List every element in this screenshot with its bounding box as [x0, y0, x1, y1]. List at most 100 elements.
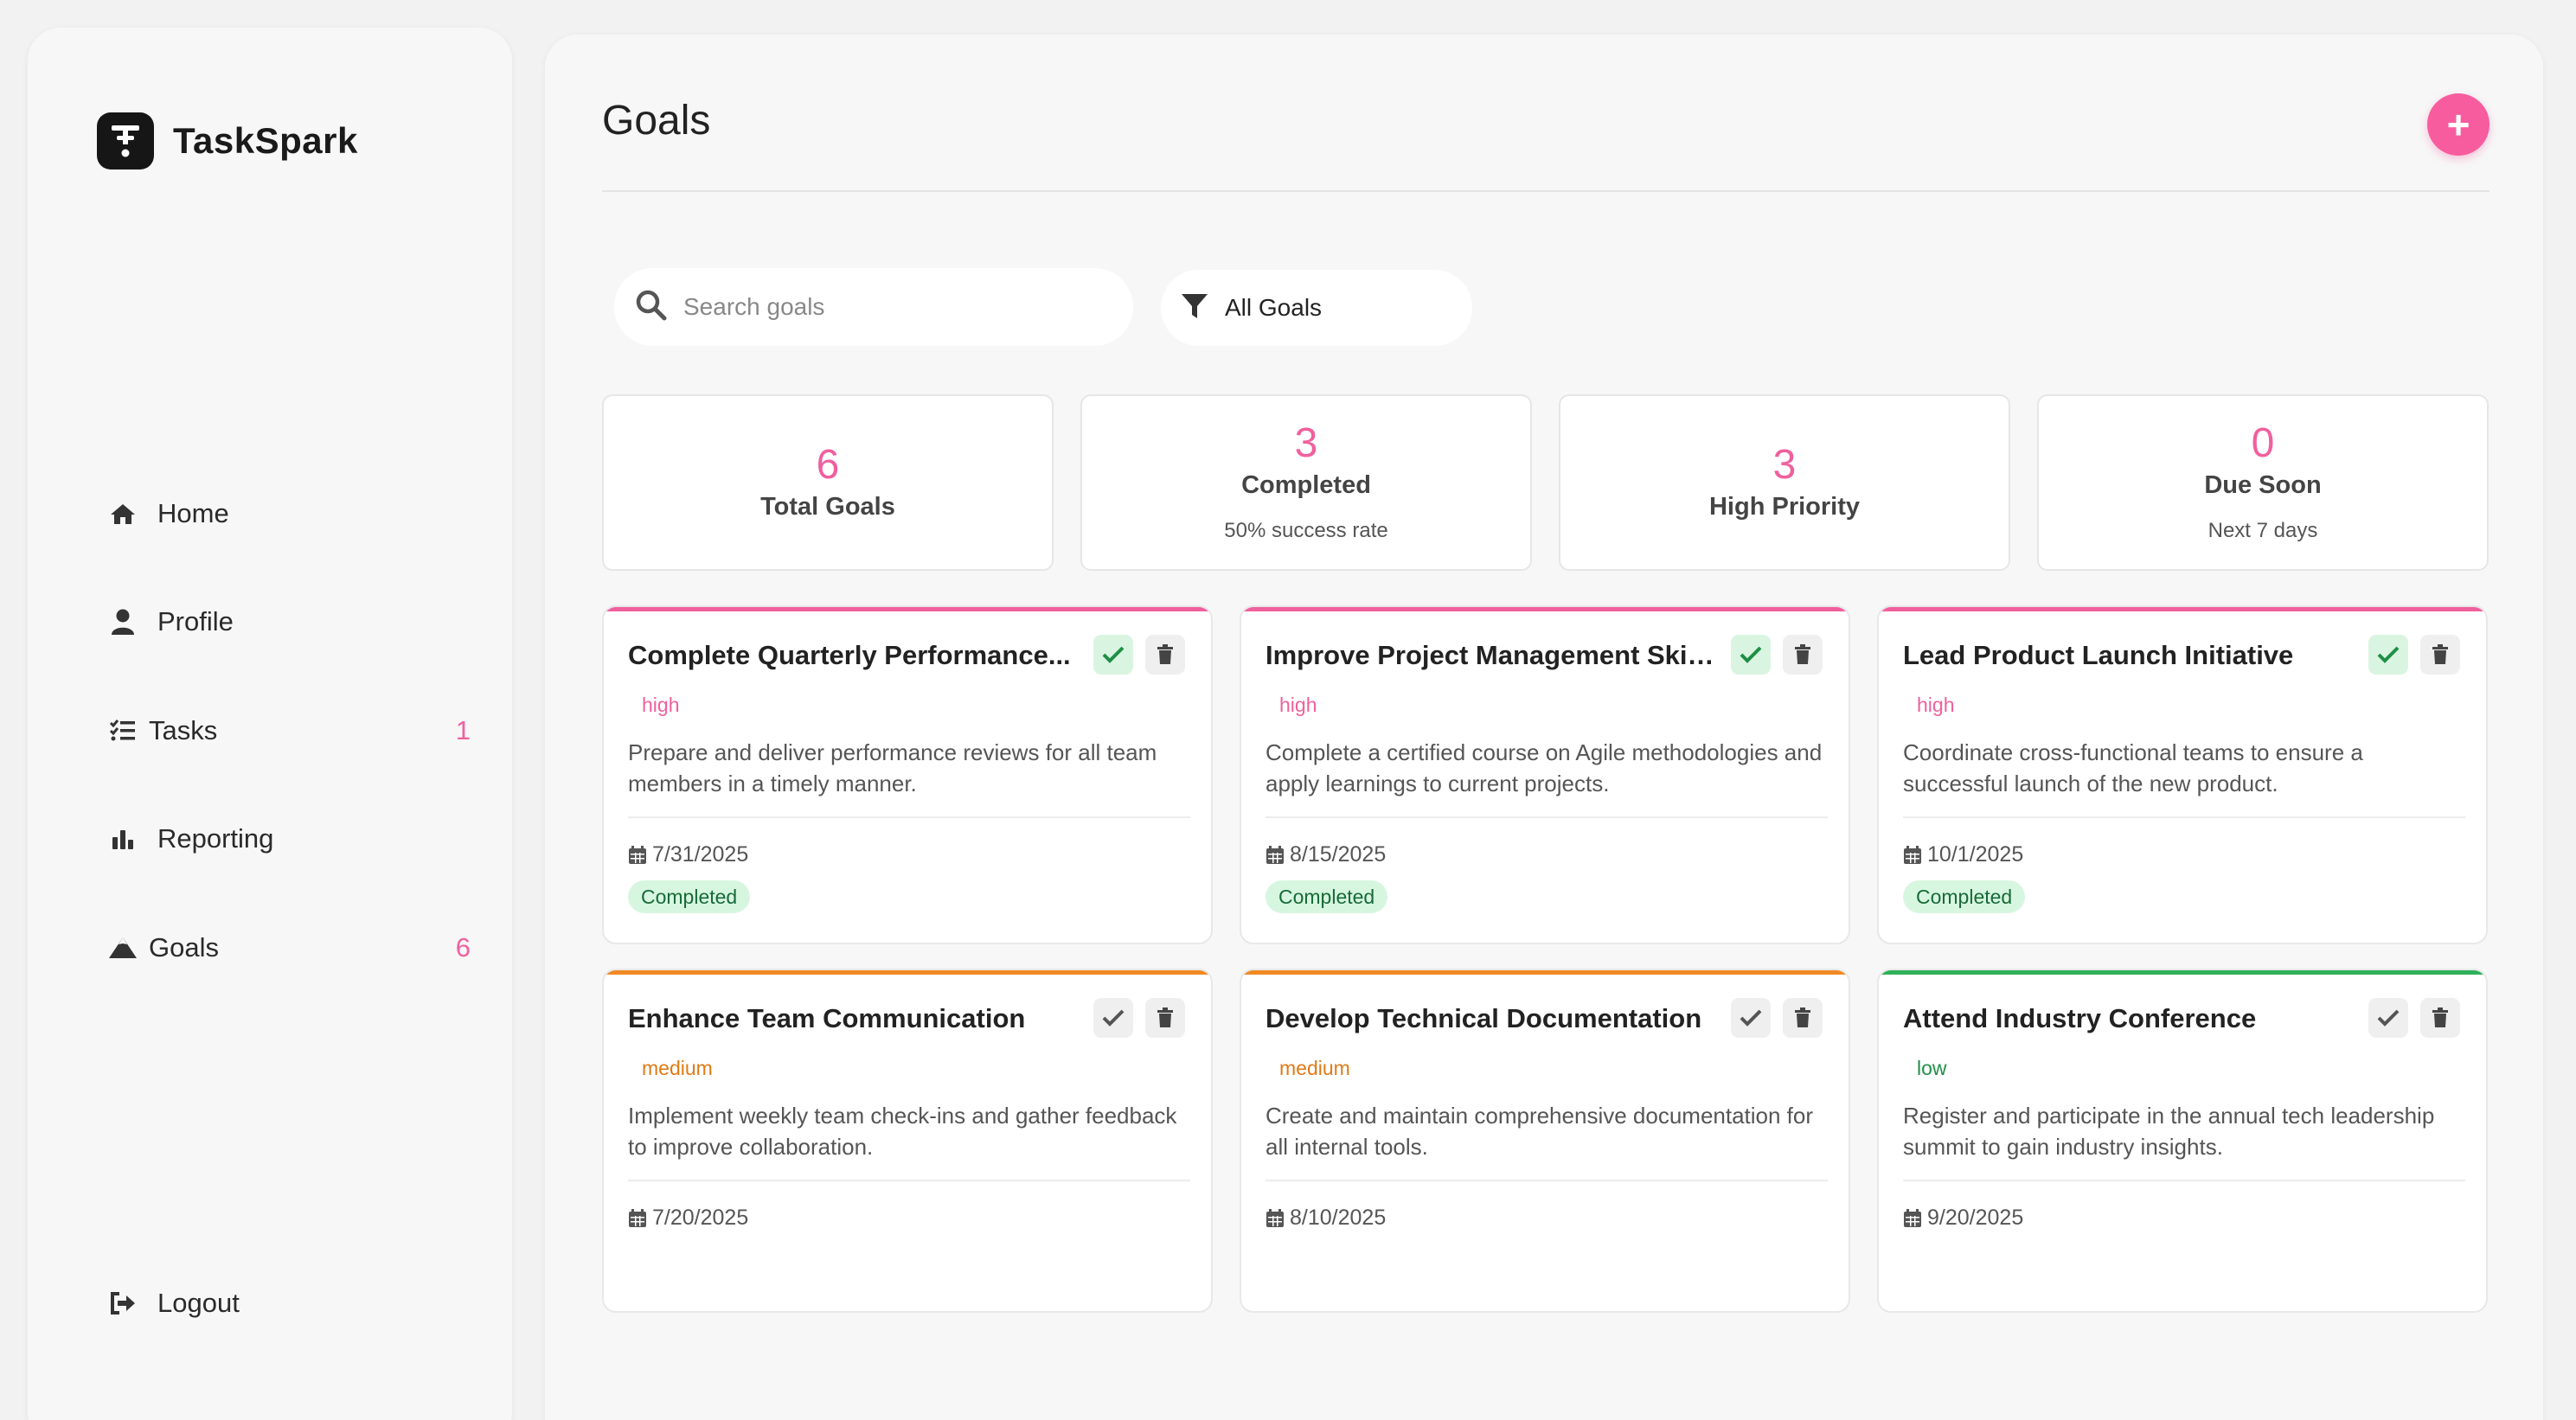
- delete-goal-button[interactable]: [1145, 635, 1185, 675]
- home-icon: [107, 498, 138, 529]
- mountain-icon: [107, 932, 138, 963]
- goal-card[interactable]: Complete Quarterly Performance... high P…: [602, 605, 1213, 944]
- priority-label: high: [1917, 694, 1955, 716]
- list-check-icon: [107, 715, 138, 746]
- header-divider: [602, 190, 2489, 192]
- logout-icon: [107, 1288, 138, 1319]
- brand[interactable]: TaskSpark: [97, 112, 358, 170]
- priority-bar: [1879, 607, 2486, 611]
- stat-label: High Priority: [1708, 492, 1860, 521]
- trash-icon: [2432, 1007, 2448, 1027]
- goal-card[interactable]: Improve Project Management Skills high C…: [1240, 605, 1850, 944]
- stat-label: Total Goals: [760, 492, 895, 521]
- delete-goal-button[interactable]: [1783, 998, 1823, 1038]
- card-divider: [628, 816, 1190, 818]
- sidebar-item-goals[interactable]: Goals 6: [107, 922, 471, 974]
- complete-goal-button[interactable]: [1731, 998, 1771, 1038]
- status-badge: Completed: [628, 880, 751, 913]
- due-date-text: 7/20/2025: [652, 1206, 749, 1230]
- priority-label: high: [642, 694, 680, 716]
- bar-chart-icon: [107, 823, 138, 854]
- check-icon: [1740, 1009, 1762, 1027]
- goal-description: Register and participate in the annual t…: [1903, 1103, 2435, 1160]
- sidebar-item-reporting[interactable]: Reporting: [107, 813, 471, 865]
- goal-description: Create and maintain comprehensive docume…: [1266, 1103, 1814, 1160]
- goal-title: Enhance Team Communication: [628, 1003, 1026, 1033]
- stat-value: 3: [1772, 441, 1797, 488]
- card-divider: [1266, 1180, 1828, 1181]
- goal-card[interactable]: Develop Technical Documentation medium C…: [1240, 969, 1850, 1313]
- calendar-icon: [1904, 845, 1921, 864]
- delete-goal-button[interactable]: [2420, 998, 2460, 1038]
- priority-label: medium: [642, 1057, 713, 1079]
- sidebar-item-count: 1: [455, 715, 471, 745]
- sidebar-item-profile[interactable]: Profile: [107, 596, 471, 648]
- check-icon: [1740, 646, 1762, 663]
- app-root: TaskSpark Home Profile Tasks 1 Reporting…: [0, 0, 2576, 1420]
- search-box[interactable]: [614, 268, 1133, 346]
- priority-bar: [604, 607, 1211, 611]
- goal-filter-dropdown[interactable]: All Goals: [1161, 270, 1472, 346]
- add-goal-button[interactable]: +: [2427, 93, 2489, 156]
- stat-total-goals: 6 Total Goals: [602, 394, 1054, 571]
- check-icon: [1102, 1009, 1125, 1027]
- goal-card[interactable]: Lead Product Launch Initiative high Coor…: [1877, 605, 2488, 944]
- trash-icon: [1157, 644, 1173, 664]
- goal-card[interactable]: Attend Industry Conference low Register …: [1877, 969, 2488, 1313]
- priority-bar: [1879, 970, 2486, 975]
- sidebar-item-label: Home: [157, 498, 229, 528]
- sidebar-item-label: Goals: [149, 932, 219, 963]
- sidebar: TaskSpark Home Profile Tasks 1 Reporting…: [28, 28, 512, 1420]
- complete-goal-button[interactable]: [1731, 635, 1771, 675]
- stat-value: 0: [2251, 419, 2275, 466]
- priority-bar: [604, 970, 1211, 975]
- priority-bar: [1241, 970, 1849, 975]
- card-divider: [628, 1180, 1190, 1181]
- filter-label: All Goals: [1225, 294, 1323, 321]
- calendar-icon: [1266, 845, 1284, 864]
- priority-label: low: [1917, 1057, 1947, 1079]
- complete-goal-button[interactable]: [2368, 635, 2408, 675]
- stat-value: 3: [1294, 419, 1318, 466]
- priority-label: medium: [1279, 1057, 1350, 1079]
- card-divider: [1903, 816, 2465, 818]
- card-actions: [1081, 998, 1185, 1038]
- goal-card[interactable]: Enhance Team Communication medium Implem…: [602, 969, 1213, 1313]
- delete-goal-button[interactable]: [1783, 635, 1823, 675]
- goal-title: Improve Project Management Skills: [1266, 640, 1715, 670]
- stat-high-priority: 3 High Priority: [1559, 394, 2010, 571]
- user-icon: [107, 606, 138, 637]
- card-actions: [2356, 998, 2460, 1038]
- due-date: 8/15/2025: [1266, 842, 1386, 867]
- page-title: Goals: [602, 98, 711, 144]
- priority-label: high: [1279, 694, 1317, 716]
- complete-goal-button[interactable]: [2368, 998, 2408, 1038]
- logout-button[interactable]: Logout: [107, 1277, 471, 1329]
- card-actions: [1719, 998, 1823, 1038]
- sidebar-item-tasks[interactable]: Tasks 1: [107, 705, 471, 757]
- card-actions: [2356, 635, 2460, 675]
- priority-bar: [1241, 607, 1849, 611]
- check-icon: [2377, 1009, 2400, 1027]
- search-input[interactable]: [683, 293, 1099, 321]
- due-date: 10/1/2025: [1903, 842, 2023, 867]
- trash-icon: [1795, 644, 1810, 664]
- due-date-text: 7/31/2025: [652, 842, 749, 867]
- goal-description: Prepare and deliver performance reviews …: [628, 739, 1157, 796]
- stat-label: Due Soon: [2204, 470, 2322, 499]
- complete-goal-button[interactable]: [1093, 635, 1133, 675]
- complete-goal-button[interactable]: [1093, 998, 1133, 1038]
- status-badge: Completed: [1903, 880, 2026, 913]
- sidebar-item-home[interactable]: Home: [107, 488, 471, 540]
- brand-name: TaskSpark: [173, 120, 358, 161]
- due-date: 7/31/2025: [628, 842, 748, 867]
- due-date-text: 8/10/2025: [1290, 1206, 1387, 1230]
- card-divider: [1903, 1180, 2465, 1181]
- delete-goal-button[interactable]: [1145, 998, 1185, 1038]
- stat-label: Completed: [1241, 470, 1371, 499]
- delete-goal-button[interactable]: [2420, 635, 2460, 675]
- calendar-icon: [1904, 1208, 1921, 1227]
- goal-title: Attend Industry Conference: [1903, 1003, 2257, 1033]
- goal-description: Coordinate cross-functional teams to ens…: [1903, 739, 2363, 796]
- due-date-text: 9/20/2025: [1927, 1206, 2024, 1230]
